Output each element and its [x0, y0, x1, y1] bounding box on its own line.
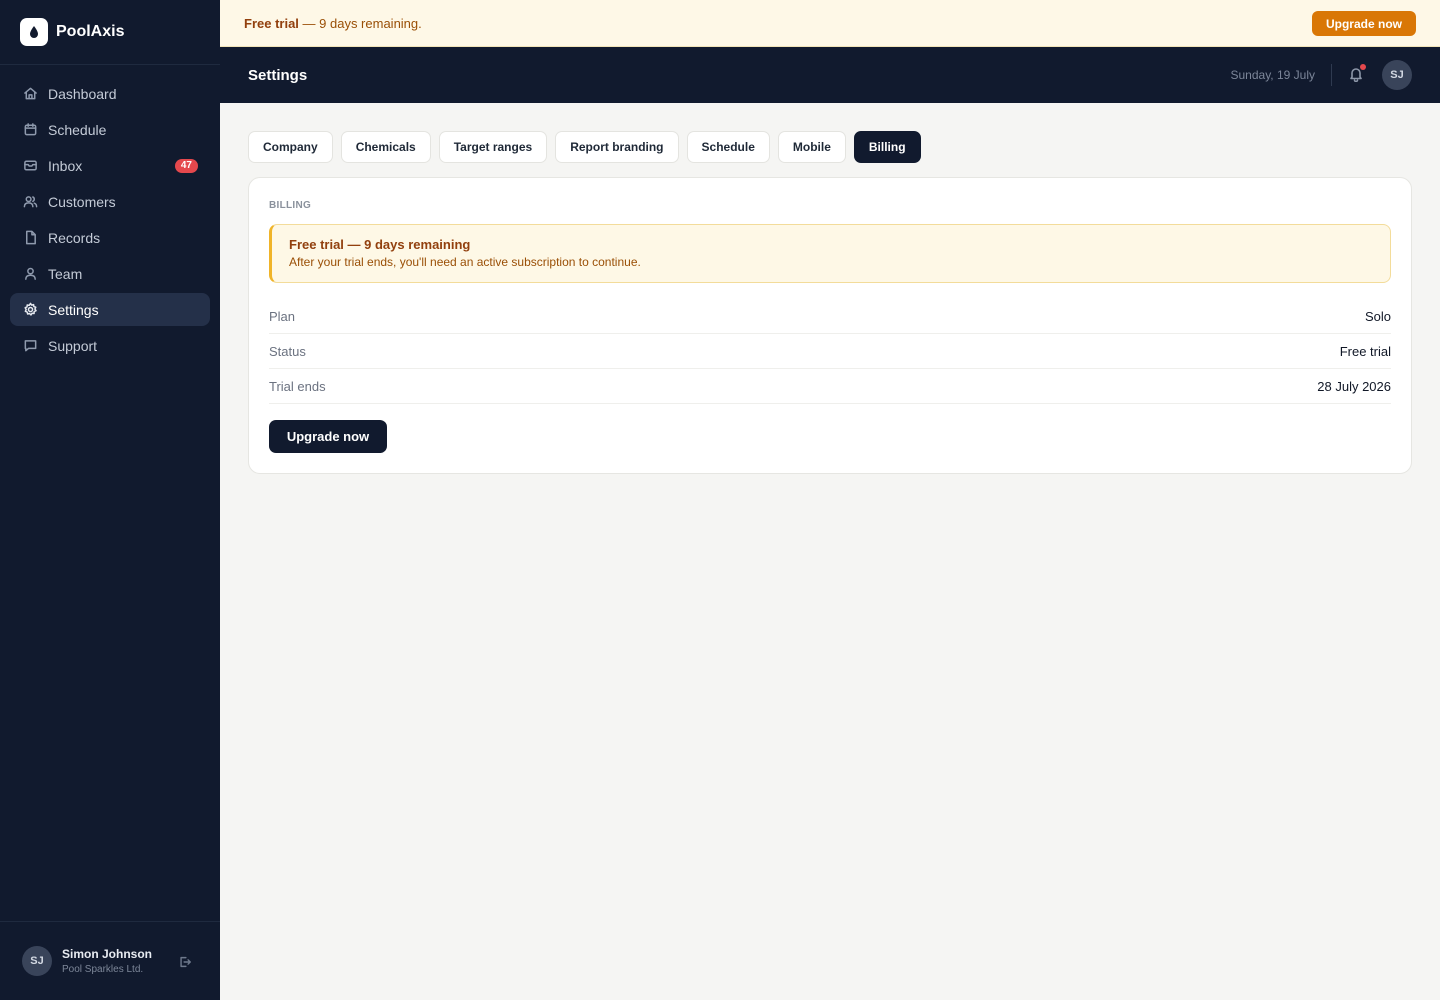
calendar-icon	[22, 122, 38, 138]
sidebar-item-label: Schedule	[48, 121, 107, 138]
brand[interactable]: PoolAxis	[0, 0, 220, 65]
avatar: SJ	[22, 946, 52, 976]
user-icon	[22, 266, 38, 282]
tab-company[interactable]: Company	[248, 131, 333, 163]
row-label: Trial ends	[269, 378, 326, 394]
banner-upgrade-button[interactable]: Upgrade now	[1311, 11, 1416, 36]
sidebar-item-settings[interactable]: Settings	[10, 293, 210, 326]
sidebar-item-label: Support	[48, 337, 98, 354]
page-header: Settings Sunday, 19 July SJ	[220, 47, 1440, 103]
chat-icon	[22, 338, 38, 354]
tab-report-branding[interactable]: Report branding	[555, 131, 679, 163]
trial-banner-strong: Free trial	[244, 15, 299, 31]
row-label: Plan	[269, 308, 296, 324]
sidebar-nav: Dashboard Schedule Inbox 47 Customers Re…	[0, 65, 220, 362]
sidebar-item-label: Dashboard	[48, 85, 117, 102]
alert-text: After your trial ends, you'll need an ac…	[289, 255, 641, 269]
sidebar-item-label: Team	[48, 265, 83, 282]
home-icon	[22, 86, 38, 102]
logout-icon[interactable]	[178, 955, 192, 969]
trial-banner-text: — 9 days remaining.	[298, 15, 422, 31]
tab-chemicals[interactable]: Chemicals	[340, 131, 431, 163]
alert-title: Free trial — 9 days remaining	[289, 237, 471, 252]
row-value: Solo	[1364, 308, 1391, 324]
sidebar-item-schedule[interactable]: Schedule	[10, 113, 210, 146]
sidebar-item-records[interactable]: Records	[10, 221, 210, 254]
sidebar-item-support[interactable]: Support	[10, 329, 210, 362]
tab-mobile[interactable]: Mobile	[777, 131, 846, 163]
sidebar-item-inbox[interactable]: Inbox 47	[10, 149, 210, 182]
sidebar-item-label: Records	[48, 229, 101, 246]
row-value: 28 July 2026	[1317, 378, 1391, 394]
plan-row: Plan Solo	[269, 299, 1391, 334]
inbox-icon	[22, 158, 38, 174]
trial-alert: Free trial — 9 days remaining After your…	[269, 224, 1391, 283]
gear-icon	[22, 302, 38, 318]
status-row: Status Free trial	[269, 334, 1391, 369]
notification-dot	[1360, 64, 1366, 70]
inbox-count-badge: 47	[174, 159, 198, 173]
sidebar-item-team[interactable]: Team	[10, 257, 210, 290]
bell-icon[interactable]	[1348, 64, 1366, 84]
user-name: Simon Johnson	[62, 947, 152, 961]
sidebar-item-label: Inbox	[48, 157, 83, 174]
current-date: Sunday, 19 July	[1230, 68, 1316, 82]
divider	[1331, 64, 1332, 86]
sidebar-item-customers[interactable]: Customers	[10, 185, 210, 218]
water-drop-icon	[20, 18, 48, 46]
avatar[interactable]: SJ	[1382, 60, 1412, 90]
trial-ends-row: Trial ends 28 July 2026	[269, 369, 1391, 404]
sidebar: PoolAxis Dashboard Schedule Inbox 47 Cus…	[0, 0, 220, 1000]
sidebar-item-dashboard[interactable]: Dashboard	[10, 77, 210, 110]
billing-details: Plan Solo Status Free trial Trial ends 2…	[269, 299, 1391, 404]
upgrade-now-button[interactable]: Upgrade now	[269, 420, 387, 453]
tab-target-ranges[interactable]: Target ranges	[438, 131, 548, 163]
page-title: Settings	[248, 66, 308, 84]
row-label: Status	[269, 343, 306, 359]
settings-tabs: Company Chemicals Target ranges Report b…	[248, 131, 929, 163]
trial-banner: Free trial — 9 days remaining. Upgrade n…	[220, 0, 1440, 47]
app-name: PoolAxis	[56, 23, 125, 40]
user-profile[interactable]: SJ Simon Johnson Pool Sparkles Ltd.	[0, 921, 220, 1000]
tab-schedule[interactable]: Schedule	[686, 131, 770, 163]
users-icon	[22, 194, 38, 210]
tab-billing[interactable]: Billing	[853, 131, 921, 163]
sidebar-item-label: Settings	[48, 301, 99, 318]
row-value: Free trial	[1339, 343, 1391, 359]
user-org: Pool Sparkles Ltd.	[62, 964, 144, 975]
billing-card: BILLING Free trial — 9 days remaining Af…	[248, 177, 1412, 474]
file-icon	[22, 230, 38, 246]
section-label: BILLING	[269, 200, 312, 211]
sidebar-item-label: Customers	[48, 193, 116, 210]
